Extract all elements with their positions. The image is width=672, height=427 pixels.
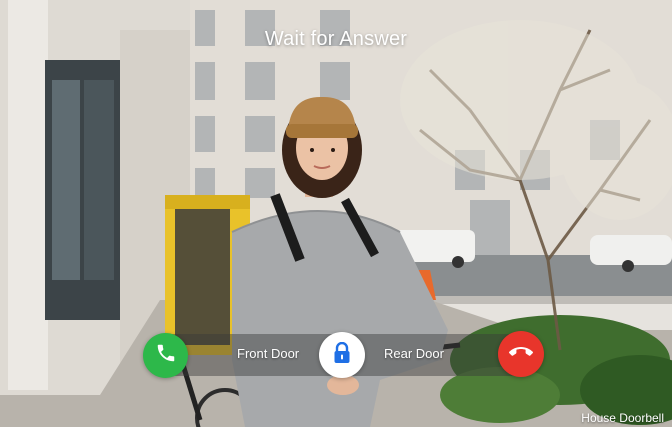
front-door-label[interactable]: Front Door <box>237 346 299 361</box>
answer-call-button[interactable] <box>143 333 188 378</box>
phone-icon <box>155 342 177 369</box>
lock-icon <box>332 341 352 369</box>
device-name-label: House Doorbell <box>581 411 664 425</box>
rear-door-label[interactable]: Rear Door <box>384 346 444 361</box>
phone-hangup-icon <box>509 340 533 369</box>
hangup-call-button[interactable] <box>498 331 544 377</box>
screen-title: Wait for Answer <box>264 28 408 50</box>
unlock-door-button[interactable] <box>319 332 365 378</box>
